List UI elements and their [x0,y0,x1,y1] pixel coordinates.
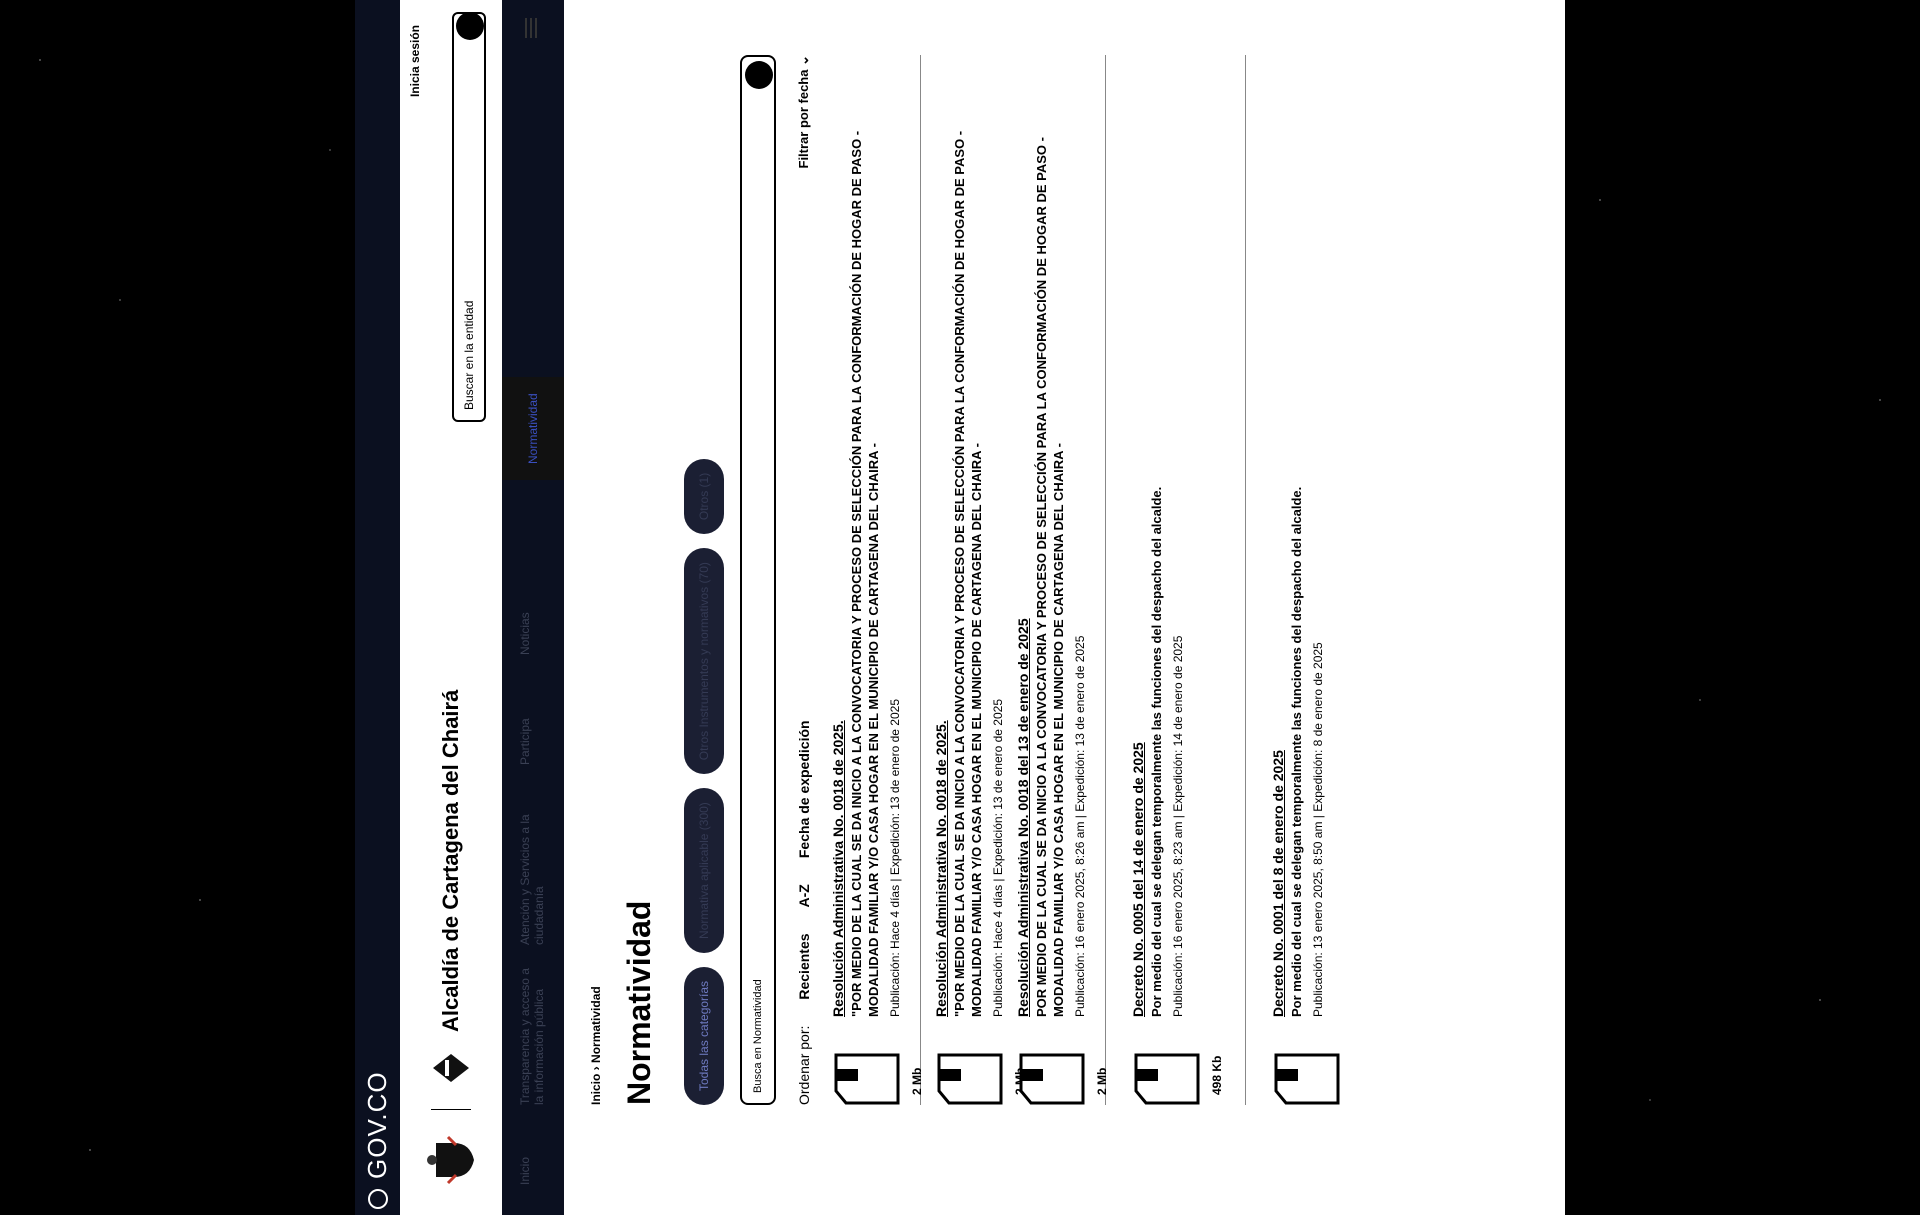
file-size: 498 Kb [1210,1055,1224,1095]
nav-item-participa[interactable]: Participa [518,718,532,765]
document-separator [1105,55,1106,1105]
document-item: 2 Mb Resolución Administrativa No. 0018 … [1005,55,1109,1105]
date-filter-dropdown[interactable]: Filtrar por fecha ⌄ [796,55,812,169]
document-title-link[interactable]: Resolución Administrativa No. 0018 de 20… [933,55,949,1017]
mayor-logo-icon [433,1054,469,1082]
gov-co-bar: GOV.CO [355,0,400,1215]
browser-page: GOV.CO Alcaldía de Cartagena del Chairá … [355,0,1565,1215]
document-meta: Publicación: Hace 4 días | Expedición: 1… [888,699,902,1017]
chip-normativa-aplicable[interactable]: Normativa aplicable (300) [684,788,724,953]
login-link[interactable]: Inicia sesión [408,25,422,97]
normatividad-search-input[interactable]: Busca en Normatividad [740,55,776,1105]
site-header: Alcaldía de Cartagena del Chairá Inicia … [400,0,502,1215]
sort-bar: Ordenar por: Recientes A-Z Fecha de expe… [796,55,812,1105]
nav-item-normatividad[interactable]: Normatividad [502,377,564,480]
document-meta: Publicación: 16 enero 2025, 8:26 am | Ex… [1073,635,1087,1017]
sort-label: Ordenar por: [796,1025,812,1105]
file-icon[interactable] [1274,1053,1340,1105]
file-icon[interactable] [1019,1053,1085,1105]
breadcrumb-current: Normatividad [589,986,603,1063]
file-size: 2 Mb [1095,1067,1109,1095]
chip-otros-instrumentos[interactable]: Otros Instrumentos y normativos (70) [684,548,724,775]
document-title-link[interactable]: Decreto No. 0001 del 8 de enero de 2025 [1270,55,1286,1017]
gov-co-label[interactable]: GOV.CO [362,1071,393,1179]
page-title: Normatividad [621,900,657,1105]
sort-fecha-expedicion[interactable]: Fecha de expedición [796,720,812,858]
file-icon[interactable] [1134,1053,1200,1105]
gov-co-logo-icon [367,1189,388,1209]
date-filter-label: Filtrar por fecha [796,69,811,169]
document-title-link[interactable]: Resolución Administrativa No. 0018 del 1… [1015,55,1031,1017]
sort-recientes[interactable]: Recientes [796,933,812,999]
breadcrumb-separator: › [589,1066,603,1071]
document-meta: Publicación: 13 enero 2025, 8:50 am | Ex… [1311,642,1325,1017]
document-title-link[interactable]: Decreto No. 0005 del 14 de enero de 2025 [1130,55,1146,1017]
chevron-down-icon: ⌄ [796,55,811,66]
main-nav: Inicio Transparencia y acceso a la infor… [502,0,564,1215]
municipal-shield-icon [427,1135,474,1185]
nav-item-transparencia[interactable]: Transparencia y acceso a la información … [518,965,546,1105]
document-description: Por medio del cual se delegan temporalme… [1149,486,1164,1017]
sort-a-z[interactable]: A-Z [796,884,812,907]
menu-icon[interactable] [522,18,540,38]
document-description: POR MEDIO DE LA CUAL SE DA INICIO A LA C… [1034,137,1066,1017]
entity-search-placeholder: Buscar en la entidad [462,300,476,410]
document-description: Por medio del cual se delegan temporalme… [1289,486,1304,1017]
document-item: 2 Mb Resolución Administrativa No. 0018 … [820,55,924,1105]
nav-item-atencion[interactable]: Atención y Servicios a la ciudadanía [518,795,546,945]
main-content: Inicio › Normatividad Normatividad Todas… [589,0,1340,1215]
document-title-link[interactable]: Resolución Administrativa No. 0018 de 20… [830,55,846,1017]
file-icon[interactable] [937,1053,1003,1105]
document-meta: Publicación: Hace 4 días | Expedición: 1… [991,699,1005,1017]
entity-title[interactable]: Alcaldía de Cartagena del Chairá [438,690,464,1032]
breadcrumb-home[interactable]: Inicio [589,1074,603,1105]
nav-item-inicio[interactable]: Inicio [518,1157,532,1185]
document-meta: Publicación: 16 enero 2025, 8:23 am | Ex… [1171,635,1185,1017]
document-item: Decreto No. 0001 del 8 de enero de 2025 … [1260,55,1340,1105]
file-icon[interactable] [834,1053,900,1105]
nav-item-noticias[interactable]: Noticias [518,612,532,655]
header-divider [431,1109,471,1110]
search-icon[interactable] [745,61,773,89]
file-size: 2 Mb [910,1067,924,1095]
normatividad-search-placeholder: Busca en Normatividad [752,979,764,1093]
category-chips: Todas las categorías Normativa aplicable… [684,0,724,1105]
chip-otros[interactable]: Otros (1) [684,458,724,535]
search-icon[interactable] [456,12,484,40]
breadcrumb: Inicio › Normatividad [589,0,603,1105]
entity-search-input[interactable]: Buscar en la entidad [452,12,486,422]
document-item: 498 Kb Decreto No. 0005 del 14 de enero … [1120,55,1246,1105]
document-description: "POR MEDIO DE LA CUAL SE DA INICIO A LA … [952,130,984,1017]
chip-all-categories[interactable]: Todas las categorías [684,966,724,1105]
document-separator [920,55,921,1105]
document-description: "POR MEDIO DE LA CUAL SE DA INICIO A LA … [849,130,881,1017]
document-item: 2 Mb Resolución Administrativa No. 0018 … [923,55,1027,1105]
document-separator [1245,55,1246,1105]
